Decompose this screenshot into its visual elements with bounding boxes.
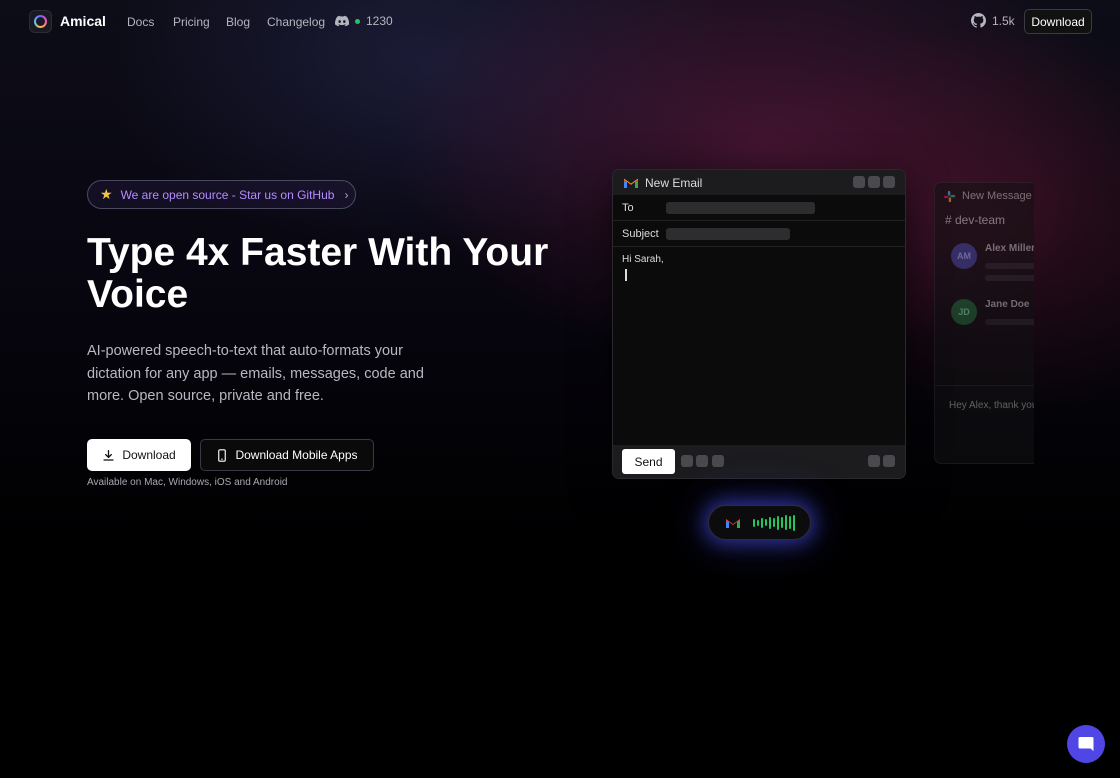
- voice-recording-pill: [708, 505, 811, 540]
- email-body-text: Hi Sarah,: [622, 254, 664, 265]
- message-placeholder: [985, 275, 1034, 281]
- open-source-badge[interactable]: ★ We are open source - Star us on GitHub…: [87, 180, 356, 209]
- close-button[interactable]: [883, 176, 895, 188]
- message-placeholder: [985, 263, 1034, 269]
- github-link[interactable]: 1.5k: [971, 13, 1015, 28]
- download-button[interactable]: Download: [87, 439, 191, 471]
- slack-draft-text: Hey Alex, thank you for the OKRs, you ar…: [949, 400, 1034, 411]
- gmail-icon: [623, 178, 639, 188]
- email-body[interactable]: Hi Sarah,: [613, 247, 905, 447]
- email-title: New Email: [645, 175, 703, 190]
- delete-button[interactable]: [883, 455, 895, 467]
- phone-icon: [218, 448, 227, 462]
- slack-draft: Hey Alex, thank you for the OKRs, you ar…: [935, 385, 1034, 463]
- subject-label: Subject: [622, 227, 659, 240]
- email-title-bar: New Email: [613, 170, 905, 195]
- maximize-button[interactable]: [868, 176, 880, 188]
- attach-button[interactable]: [696, 455, 708, 467]
- hero-title: Type 4x Faster With Your Voice: [87, 231, 549, 316]
- chat-icon: [1078, 737, 1094, 751]
- nav-link-pricing[interactable]: Pricing: [173, 15, 210, 29]
- download-mobile-button[interactable]: Download Mobile Apps: [200, 439, 374, 471]
- top-nav: Amical Docs Pricing Blog Changelog 1230 …: [0, 0, 1120, 44]
- audio-waveform-icon: [752, 514, 795, 531]
- download-button-label: Download: [122, 448, 176, 462]
- slack-channel: # dev-team: [945, 213, 1006, 227]
- avatar: AM: [951, 243, 977, 269]
- format-button[interactable]: [681, 455, 693, 467]
- availability-text: Available on Mac, Windows, iOS and Andro…: [87, 477, 288, 488]
- discord-count: 1230: [366, 14, 393, 28]
- avatar: JD: [951, 299, 977, 325]
- minimize-button[interactable]: [853, 176, 865, 188]
- download-icon: [103, 449, 114, 461]
- download-mobile-label: Download Mobile Apps: [235, 448, 358, 462]
- to-label: To: [622, 201, 634, 214]
- brand-name[interactable]: Amical: [60, 13, 106, 29]
- discord-link[interactable]: 1230: [335, 14, 393, 28]
- slack-window: New Message # dev-team AM Alex Miller JD…: [934, 182, 1034, 464]
- subject-input[interactable]: [666, 227, 790, 240]
- nav-link-changelog[interactable]: Changelog: [267, 15, 325, 29]
- nav-link-docs[interactable]: Docs: [127, 15, 154, 29]
- chat-support-button[interactable]: [1067, 725, 1105, 763]
- email-toolbar: Send: [613, 445, 905, 478]
- slack-user-name: Alex Miller: [985, 243, 1034, 254]
- subject-field[interactable]: Subject: [613, 221, 905, 247]
- badge-text: We are open source - Star us on GitHub: [120, 187, 335, 202]
- nav-download-button[interactable]: Download: [1024, 9, 1092, 34]
- hero-subtitle: AI-powered speech-to-text that auto-form…: [87, 343, 424, 404]
- emoji-button[interactable]: [712, 455, 724, 467]
- discord-icon: [335, 15, 349, 27]
- message-placeholder: [985, 319, 1034, 325]
- star-icon: ★: [100, 186, 113, 202]
- slack-icon: [943, 190, 956, 202]
- nav-link-blog[interactable]: Blog: [226, 15, 250, 29]
- to-field[interactable]: To: [613, 195, 905, 221]
- slack-title: New Message: [962, 190, 1032, 202]
- send-button[interactable]: Send: [622, 449, 675, 474]
- slack-user-name: Jane Doe: [985, 299, 1030, 310]
- email-window: New Email To Subject Hi Sarah, Send: [612, 169, 906, 479]
- to-input[interactable]: [666, 201, 815, 214]
- gmail-icon: [725, 518, 740, 528]
- chevron-right-icon: ›: [344, 187, 349, 202]
- amical-logo-icon[interactable]: [29, 10, 52, 33]
- github-stars: 1.5k: [992, 13, 1015, 28]
- github-icon: [971, 13, 986, 28]
- online-dot: [355, 18, 360, 24]
- more-options-button[interactable]: [868, 455, 880, 467]
- text-cursor: [625, 269, 627, 281]
